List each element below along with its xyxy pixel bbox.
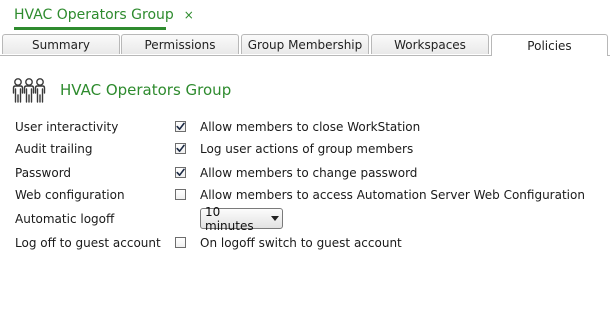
policy-option-text: Allow members to close WorkStation	[200, 120, 421, 134]
document-tab-title[interactable]: HVAC Operators Group	[14, 7, 174, 23]
tab-permissions-label: Permissions	[144, 37, 216, 52]
tab-workspaces[interactable]: Workspaces	[371, 34, 489, 54]
close-workstation-checkbox[interactable]	[175, 121, 186, 132]
policy-row-automatic-logoff: Automatic logoff 10 minutes	[0, 205, 610, 233]
tab-permissions[interactable]: Permissions	[121, 34, 239, 54]
policy-label: Web configuration	[15, 188, 125, 202]
policy-row-web-configuration: Web configuration Allow members to acces…	[0, 186, 610, 204]
tab-summary[interactable]: Summary	[2, 34, 120, 54]
tab-strip: Summary Permissions Group Membership Wor…	[0, 34, 610, 56]
policy-row-guest-logoff: Log off to guest account On logoff switc…	[0, 234, 610, 252]
tab-workspaces-label: Workspaces	[394, 37, 466, 52]
group-header: HVAC Operators Group	[12, 76, 231, 104]
policy-row-audit-trailing: Audit trailing Log user actions of group…	[0, 140, 610, 158]
web-configuration-checkbox[interactable]	[175, 189, 186, 200]
automatic-logoff-dropdown[interactable]: 10 minutes	[200, 205, 283, 233]
policy-row-password: Password Allow members to change passwor…	[0, 164, 610, 182]
policy-label: Automatic logoff	[15, 212, 115, 226]
group-title: HVAC Operators Group	[60, 81, 232, 99]
document-tab[interactable]: HVAC Operators Group ×	[14, 0, 194, 30]
policy-option-text: On logoff switch to guest account	[200, 236, 402, 250]
close-icon[interactable]: ×	[184, 9, 194, 21]
user-group-icon	[12, 78, 46, 103]
automatic-logoff-value: 10 minutes	[205, 204, 254, 233]
chevron-down-icon	[268, 216, 282, 221]
document-tab-underline	[14, 27, 166, 30]
tab-summary-label: Summary	[32, 37, 90, 52]
checkmark-icon	[176, 122, 185, 130]
tab-group-membership-label: Group Membership	[247, 37, 363, 52]
tab-group-membership[interactable]: Group Membership	[241, 34, 369, 54]
policy-option-text: Allow members to access Automation Serve…	[200, 188, 585, 202]
change-password-checkbox[interactable]	[175, 167, 186, 178]
log-user-actions-checkbox[interactable]	[175, 143, 186, 154]
checkmark-icon	[176, 168, 185, 176]
policy-label: Audit trailing	[15, 142, 93, 156]
policy-option-text: Log user actions of group members	[200, 142, 414, 156]
tab-policies[interactable]: Policies	[491, 34, 608, 56]
guest-account-checkbox[interactable]	[175, 237, 186, 248]
policy-label: Log off to guest account	[15, 236, 161, 250]
tab-policies-label: Policies	[527, 38, 572, 53]
policy-label: User interactivity	[15, 120, 119, 134]
policy-label: Password	[15, 166, 72, 180]
policy-row-user-interactivity: User interactivity Allow members to clos…	[0, 118, 610, 136]
checkmark-icon	[176, 144, 185, 152]
policy-option-text: Allow members to change password	[200, 166, 418, 180]
